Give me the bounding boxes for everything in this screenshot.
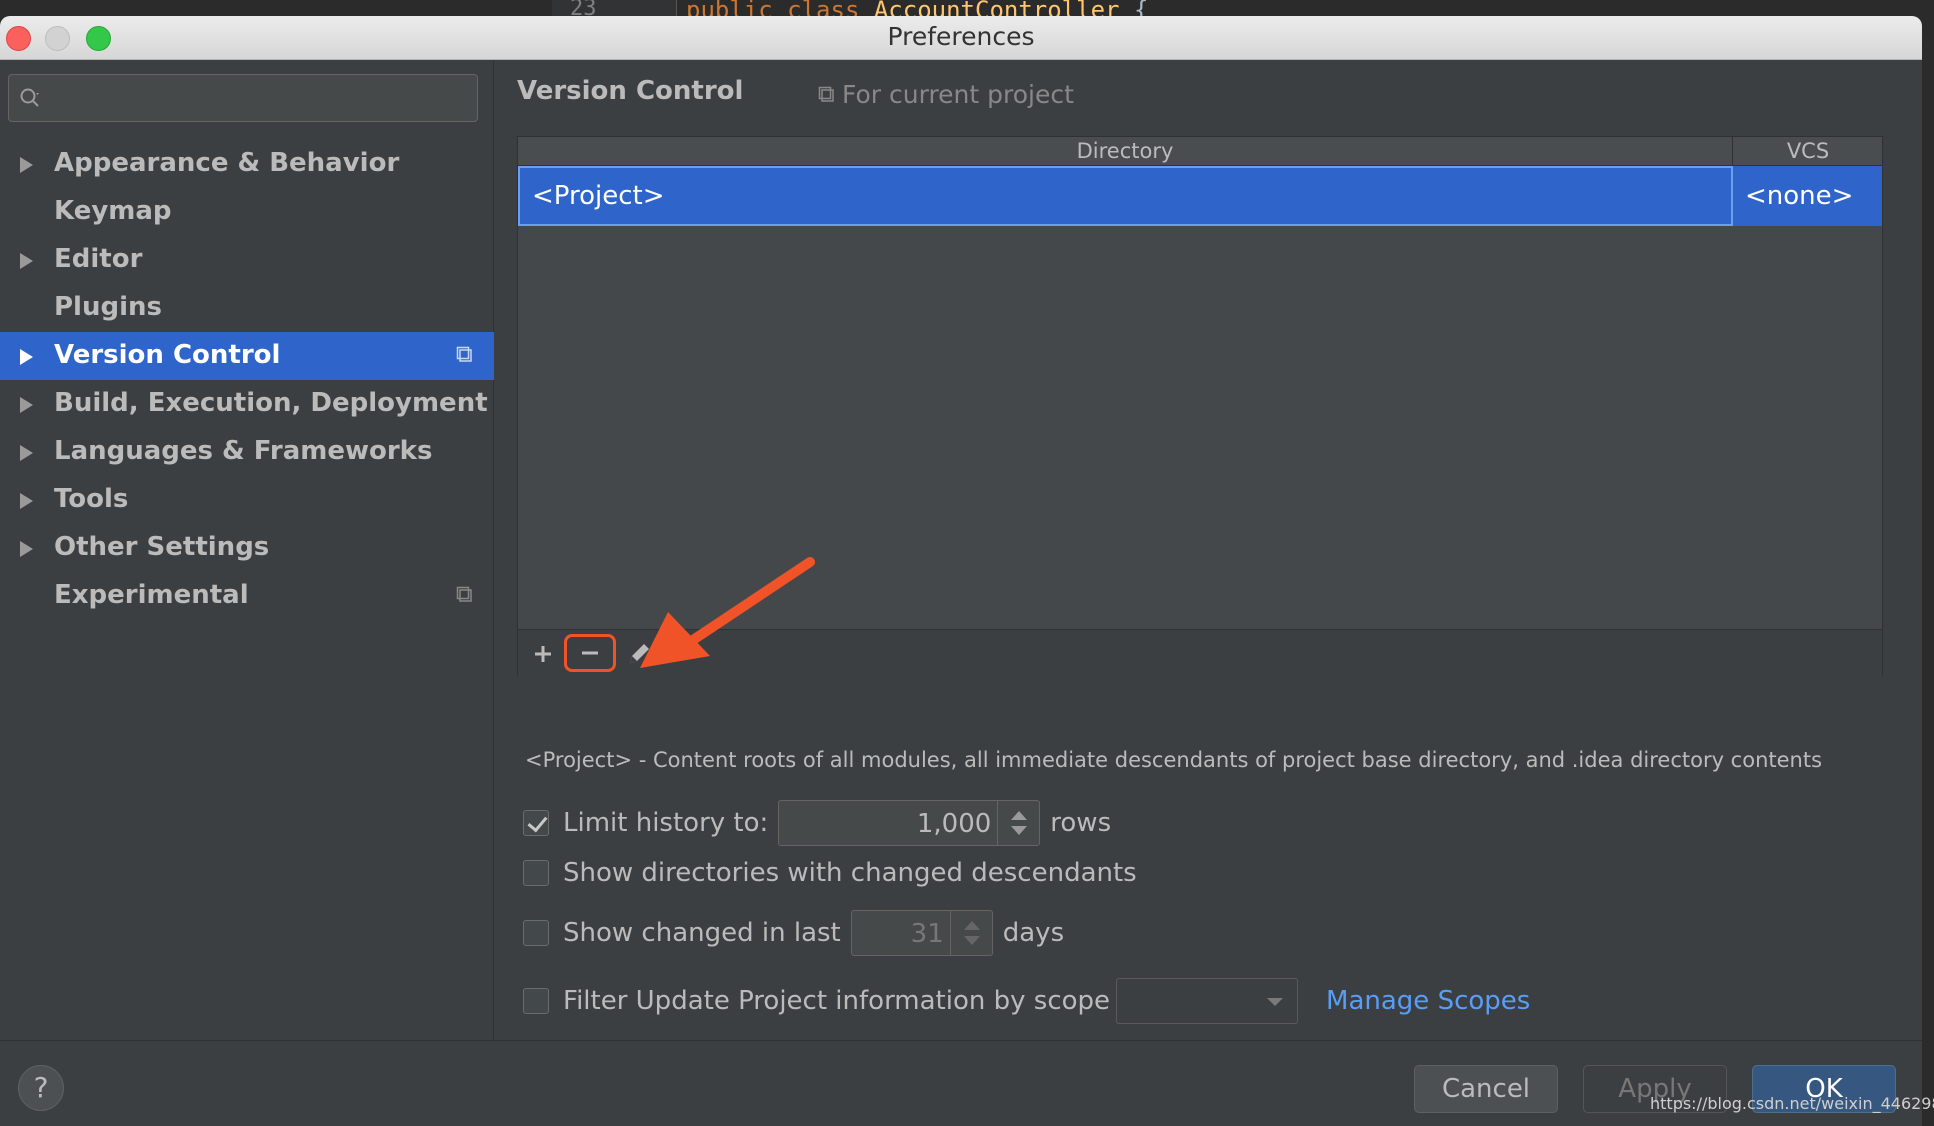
- chevron-right-icon[interactable]: [20, 157, 33, 173]
- sidebar-item-label: Appearance & Behavior: [54, 148, 400, 178]
- settings-sidebar: Appearance & Behavior Keymap Editor Plugins…: [0, 60, 494, 1040]
- sidebar-item-label: Tools: [54, 484, 129, 514]
- chevron-down-icon: [963, 936, 980, 945]
- chevron-right-icon[interactable]: [20, 493, 33, 509]
- sidebar-item-label: Languages & Frameworks: [54, 436, 433, 466]
- settings-search-input[interactable]: [8, 74, 478, 122]
- limit-history-checkbox[interactable]: [523, 810, 549, 836]
- sidebar-item-label: Plugins: [54, 292, 162, 322]
- show-dirs-checkbox[interactable]: [523, 860, 549, 886]
- spinner-arrows[interactable]: [949, 911, 992, 955]
- project-scope-icon: [818, 86, 834, 102]
- sidebar-item-label: Version Control: [54, 340, 281, 370]
- column-header-vcs[interactable]: VCS: [1733, 137, 1883, 166]
- chevron-right-icon[interactable]: [20, 253, 33, 269]
- column-header-directory[interactable]: Directory: [518, 137, 1733, 166]
- sidebar-item-editor[interactable]: Editor: [0, 236, 494, 284]
- show-changed-suffix: days: [1002, 918, 1065, 948]
- project-scope-note: For current project: [818, 80, 1074, 109]
- show-changed-row: Show changed in last 31 days: [523, 910, 1064, 956]
- sidebar-item-plugins[interactable]: Plugins: [0, 284, 494, 332]
- manage-scopes-link[interactable]: Manage Scopes: [1326, 986, 1530, 1016]
- sidebar-item-label: Build, Execution, Deployment: [54, 388, 488, 418]
- show-changed-spinner[interactable]: 31: [850, 910, 993, 956]
- version-control-panel: Version Control For current project Dire…: [495, 60, 1922, 1040]
- arrow-annotation: [640, 557, 815, 668]
- limit-history-row: Limit history to: 1,000 rows: [523, 800, 1111, 846]
- spinner-arrows[interactable]: [997, 801, 1039, 845]
- add-mapping-button[interactable]: [524, 636, 562, 672]
- chevron-right-icon[interactable]: [20, 445, 33, 461]
- scope-note-text: For current project: [842, 80, 1074, 109]
- chevron-up-icon: [963, 921, 980, 930]
- show-changed-value: 31: [910, 919, 944, 949]
- sidebar-item-tools[interactable]: Tools: [0, 476, 494, 524]
- help-icon: ?: [33, 1071, 49, 1104]
- sidebar-item-languages-frameworks[interactable]: Languages & Frameworks: [0, 428, 494, 476]
- sidebar-item-experimental[interactable]: Experimental: [0, 572, 494, 620]
- preferences-window: Preferences Appearance & Behavior Keymap E…: [0, 16, 1922, 1126]
- table-header: Directory VCS: [518, 137, 1882, 166]
- cancel-button[interactable]: Cancel: [1414, 1065, 1558, 1113]
- cell-directory[interactable]: <Project>: [518, 166, 1733, 226]
- limit-history-label: Limit history to:: [563, 808, 769, 838]
- chevron-right-icon[interactable]: [20, 541, 33, 557]
- filter-update-checkbox[interactable]: [523, 988, 549, 1014]
- dialog-button-bar: ? Cancel Apply OK: [0, 1040, 1922, 1126]
- show-dirs-label: Show directories with changed descendant…: [563, 858, 1137, 888]
- help-button[interactable]: ?: [18, 1065, 64, 1111]
- chevron-down-icon: [1011, 826, 1028, 835]
- sidebar-item-keymap[interactable]: Keymap: [0, 188, 494, 236]
- filter-update-label: Filter Update Project information by sco…: [563, 986, 1111, 1016]
- sidebar-item-label: Editor: [54, 244, 143, 274]
- chevron-right-icon[interactable]: [20, 397, 33, 413]
- chevron-right-icon[interactable]: [20, 349, 33, 365]
- sidebar-item-build-execution-deployment[interactable]: Build, Execution, Deployment: [0, 380, 494, 428]
- show-dirs-row: Show directories with changed descendant…: [523, 858, 1137, 888]
- project-scope-icon: [456, 346, 472, 362]
- search-icon: [20, 88, 39, 107]
- sidebar-item-appearance-behavior[interactable]: Appearance & Behavior: [0, 140, 494, 188]
- show-changed-label: Show changed in last: [563, 918, 841, 948]
- project-scope-icon: [456, 586, 472, 602]
- remove-mapping-button[interactable]: [564, 634, 616, 672]
- page-title: Version Control: [517, 76, 744, 106]
- cell-vcs[interactable]: <none>: [1733, 166, 1883, 226]
- table-row[interactable]: <Project> <none>: [518, 166, 1882, 226]
- project-hint-text: <Project> - Content roots of all modules…: [525, 748, 1823, 772]
- window-title: Preferences: [887, 22, 1035, 51]
- sidebar-item-label: Other Settings: [54, 532, 270, 562]
- chevron-down-icon: [1267, 998, 1284, 1006]
- scope-select[interactable]: [1116, 978, 1299, 1024]
- sidebar-item-label: Keymap: [54, 196, 172, 226]
- limit-history-value: 1,000: [916, 809, 992, 839]
- watermark-text: https://blog.csdn.net/weixin_44629834: [1650, 1094, 1934, 1113]
- sidebar-item-label: Experimental: [54, 580, 249, 610]
- settings-tree: Appearance & Behavior Keymap Editor Plugins…: [0, 140, 494, 620]
- remove-icon: [582, 651, 598, 655]
- filter-update-row: Filter Update Project information by sco…: [523, 978, 1530, 1024]
- sidebar-item-version-control[interactable]: Version Control: [0, 332, 494, 380]
- sidebar-item-other-settings[interactable]: Other Settings: [0, 524, 494, 572]
- limit-history-suffix: rows: [1050, 808, 1112, 838]
- add-icon: [535, 646, 551, 662]
- limit-history-spinner[interactable]: 1,000: [778, 800, 1041, 846]
- show-changed-checkbox[interactable]: [523, 920, 549, 946]
- title-bar: Preferences: [0, 16, 1922, 60]
- chevron-up-icon: [1011, 811, 1028, 820]
